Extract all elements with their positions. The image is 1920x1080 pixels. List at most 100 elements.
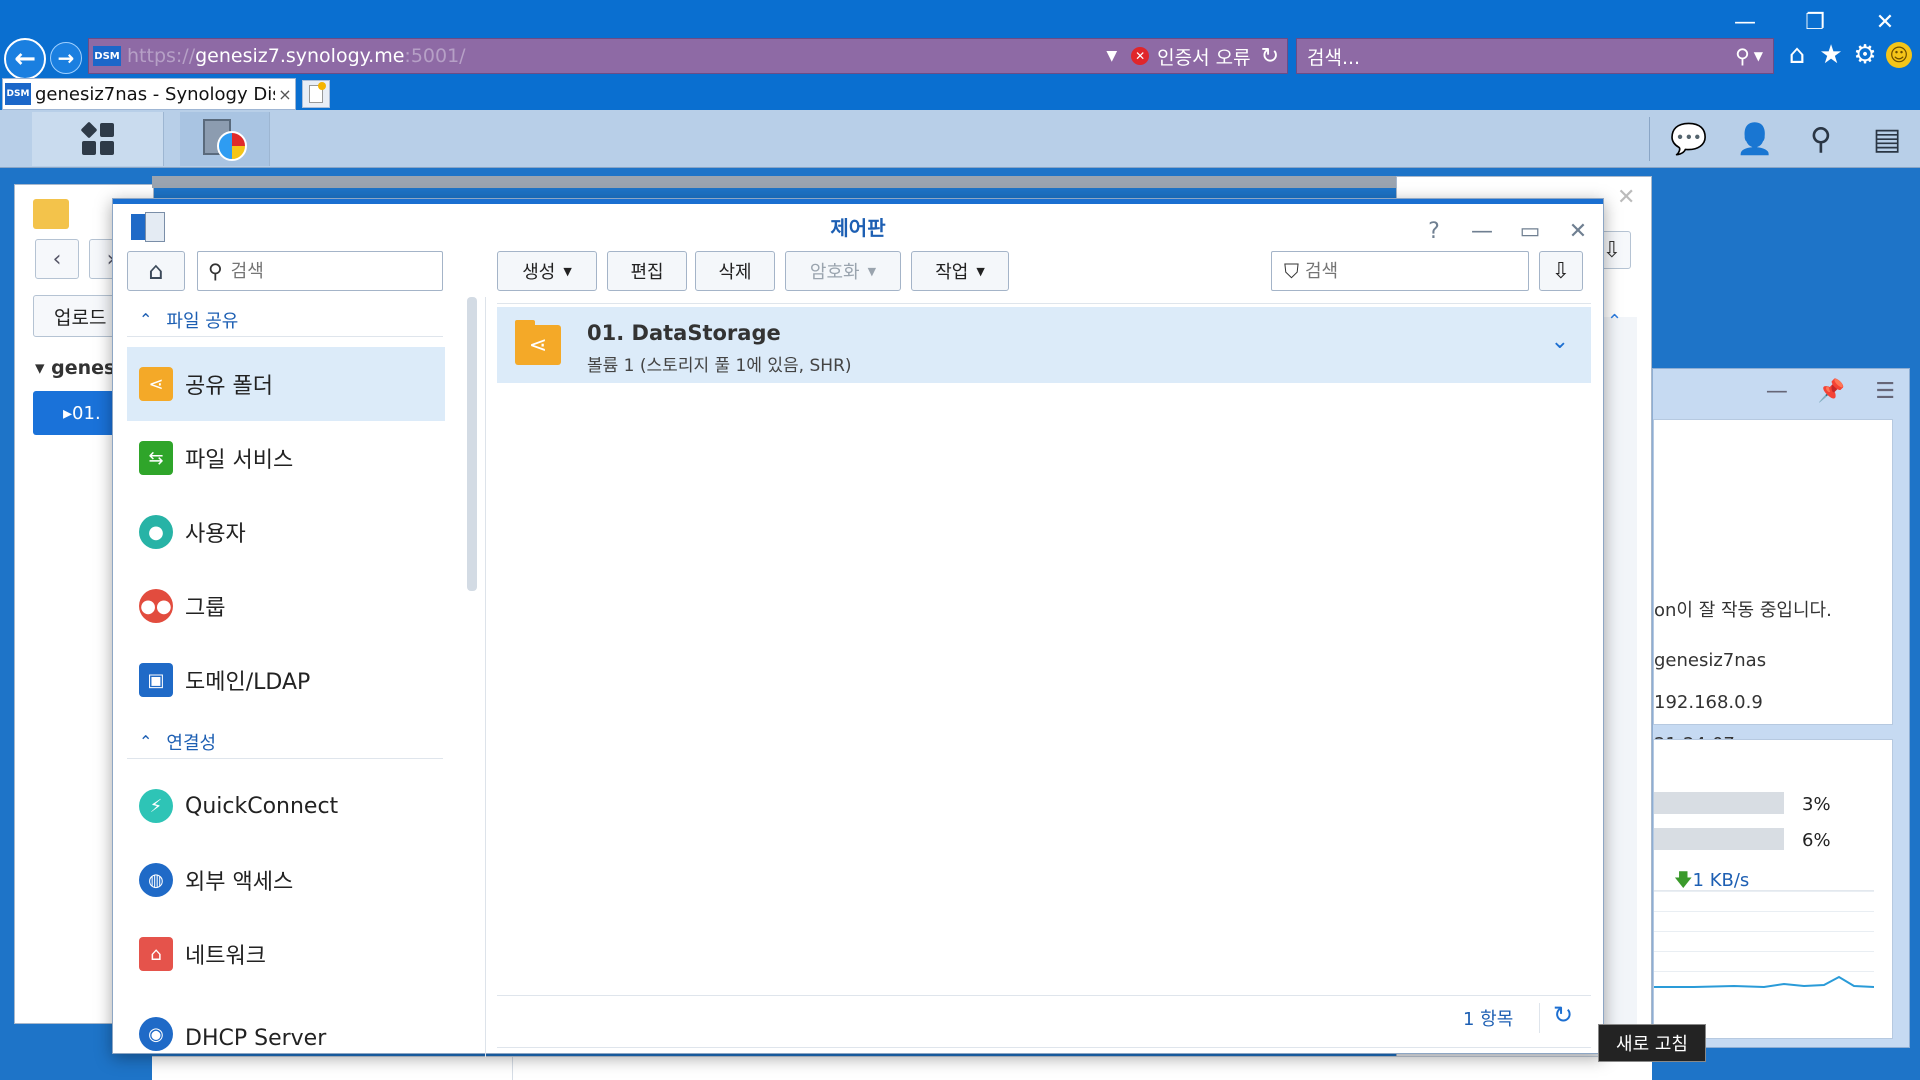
- action-button[interactable]: 작업 ▼: [911, 251, 1009, 291]
- maximize-icon[interactable]: ▭: [1519, 219, 1541, 244]
- chevron-up-icon[interactable]: ⌃: [1607, 311, 1622, 332]
- search-icon: ⚲: [208, 259, 223, 283]
- globe-icon: ◍: [139, 863, 173, 897]
- background-window-edge: [152, 176, 1396, 188]
- back-nav-button[interactable]: ‹: [35, 239, 79, 279]
- control-panel-titlebar[interactable]: 제어판 ? — ▭ ✕: [113, 204, 1603, 248]
- shared-folder-icon: ⋖: [515, 320, 561, 365]
- search-dropdown-icon[interactable]: ▼: [1754, 49, 1763, 63]
- tree-selected-label: 01.: [72, 402, 101, 424]
- section-title: 연결성: [166, 732, 217, 754]
- browser-tab[interactable]: DSM genesiz7nas - Synology Dis... ×: [2, 78, 296, 110]
- sidebar-item-label: 그룹: [185, 596, 226, 621]
- sidebar-item-network[interactable]: ⌂ 네트워크: [127, 917, 445, 991]
- favorites-star-icon[interactable]: ★: [1818, 40, 1844, 70]
- group-icon: ●●: [139, 589, 173, 623]
- arrow-left-icon: ←: [14, 44, 36, 74]
- download-arrow-icon: 🡇: [1674, 870, 1693, 891]
- address-bar[interactable]: DSM https:// genesiz7.synology.me :5001/…: [88, 38, 1288, 74]
- domain-ldap-icon: ▣: [139, 663, 173, 697]
- refresh-icon[interactable]: ↻: [1553, 1001, 1573, 1029]
- caret-down-icon: ▼: [976, 264, 985, 278]
- ram-usage-bar: [1654, 828, 1784, 850]
- chevron-down-icon[interactable]: ⌄: [1551, 329, 1569, 354]
- cert-error-icon[interactable]: ✕: [1131, 47, 1150, 65]
- sidebar-item-quickconnect[interactable]: ⚡ QuickConnect: [127, 769, 445, 843]
- sort-icon: ⇩: [1551, 258, 1571, 284]
- reload-icon[interactable]: ↻: [1261, 44, 1279, 69]
- dsm-favicon-icon: DSM: [5, 83, 31, 105]
- sidebar-item-label: 사용자: [185, 522, 246, 547]
- browser-titlebar: — ❐ ✕ ← → DSM https:// genesiz7.synology…: [0, 0, 1920, 110]
- browser-search-bar[interactable]: 검색... ⚲ ▼: [1296, 38, 1774, 74]
- section-connectivity[interactable]: ⌃ 연결성: [127, 725, 443, 759]
- sidebar-search[interactable]: ⚲: [197, 251, 443, 291]
- window-title: 제어판: [830, 215, 886, 240]
- new-tab-icon: [309, 82, 326, 103]
- forward-button[interactable]: →: [50, 42, 82, 74]
- home-button[interactable]: ⌂: [127, 251, 185, 291]
- sidebar-item-label: DHCP Server: [185, 1026, 327, 1051]
- shared-folder-row[interactable]: ⋖ 01. DataStorage 볼륨 1 (스토리지 풀 1에 있음, SH…: [497, 307, 1591, 383]
- home-icon[interactable]: ⌂: [1784, 40, 1810, 70]
- cert-error-label[interactable]: 인증서 오류: [1157, 43, 1250, 70]
- sidebar-item-dhcp-server[interactable]: ◉ DHCP Server: [127, 991, 445, 1051]
- cpu-usage-percent: 3%: [1802, 794, 1831, 815]
- system-health-widget: — 📌 ☰ on이 잘 작동 중입니다. genesiz7nas 192.168…: [1652, 368, 1910, 1048]
- widgets-panel-icon[interactable]: ▤: [1854, 110, 1920, 168]
- user-account-icon[interactable]: 👤: [1722, 110, 1788, 168]
- sidebar-scrollbar[interactable]: [467, 297, 477, 591]
- server-name: genesiz7nas: [1654, 650, 1767, 671]
- edit-button[interactable]: 편집: [607, 251, 687, 291]
- minimize-icon[interactable]: —: [1471, 219, 1493, 244]
- sidebar-item-file-services[interactable]: ⇆ 파일 서비스: [127, 421, 445, 495]
- sidebar-item-label: QuickConnect: [185, 793, 339, 819]
- close-icon[interactable]: ✕: [1567, 219, 1589, 244]
- close-icon[interactable]: ✕: [1617, 185, 1635, 210]
- close-window-button[interactable]: ✕: [1850, 0, 1920, 44]
- chevron-up-icon: ⌃: [139, 310, 153, 329]
- sidebar-item-shared-folder[interactable]: ⋖ 공유 폴더: [127, 347, 445, 421]
- help-icon[interactable]: ?: [1423, 219, 1445, 244]
- sort-button[interactable]: ⇩: [1539, 251, 1583, 291]
- notifications-chat-icon[interactable]: 💬: [1656, 110, 1722, 168]
- filter-search[interactable]: ⛉: [1271, 251, 1529, 291]
- back-button[interactable]: ←: [4, 38, 46, 80]
- sidebar-search-input[interactable]: [230, 260, 431, 282]
- control-panel-app-icon: [131, 212, 167, 242]
- search-icon[interactable]: ⚲: [1735, 44, 1750, 68]
- widget-controls: — 📌 ☰: [1766, 379, 1895, 404]
- widget-menu-icon[interactable]: ☰: [1875, 379, 1895, 404]
- create-button[interactable]: 생성 ▼: [497, 251, 597, 291]
- settings-gear-icon[interactable]: ⚙: [1852, 40, 1878, 70]
- url-dropdown-icon[interactable]: ▼: [1106, 48, 1117, 64]
- widget-minimize-icon[interactable]: —: [1766, 379, 1788, 404]
- encrypt-label: 암호화: [809, 262, 860, 283]
- sidebar-item-group[interactable]: ●● 그룹: [127, 569, 445, 643]
- sidebar-item-user[interactable]: ● 사용자: [127, 495, 445, 569]
- action-label: 작업: [935, 262, 969, 283]
- sidebar-item-domain-ldap[interactable]: ▣ 도메인/LDAP: [127, 643, 445, 717]
- restore-window-button[interactable]: ❐: [1780, 0, 1850, 44]
- cpu-usage-bar: [1654, 792, 1784, 814]
- feedback-smiley-icon[interactable]: ☺: [1886, 42, 1912, 68]
- url-host: genesiz7.synology.me: [195, 45, 405, 67]
- new-tab-button[interactable]: [302, 80, 330, 108]
- tree-root[interactable]: ▾ genes: [35, 357, 115, 379]
- encrypt-button[interactable]: 암호화 ▼: [785, 251, 901, 291]
- section-file-sharing[interactable]: ⌃ 파일 공유: [127, 303, 443, 337]
- section-title: 파일 공유: [166, 310, 239, 332]
- sidebar-item-external-access[interactable]: ◍ 외부 액세스: [127, 843, 445, 917]
- delete-button[interactable]: 삭제: [695, 251, 775, 291]
- control-panel-window: 제어판 ? — ▭ ✕ ⌂ ⚲ ⌃ 파일 공유 ⋖ 공유 폴더 ⇆ 파일 서비스…: [112, 198, 1604, 1057]
- background-window-bottom: [152, 1056, 1652, 1080]
- widget-pin-icon[interactable]: 📌: [1818, 379, 1845, 404]
- file-services-icon: ⇆: [139, 441, 173, 475]
- window-controls: ? — ▭ ✕: [1423, 209, 1589, 253]
- tab-close-button[interactable]: ×: [275, 85, 295, 104]
- network-graph: [1654, 890, 1875, 990]
- taskbar-control-panel-button[interactable]: [180, 112, 270, 166]
- main-menu-button[interactable]: [32, 112, 164, 166]
- filter-search-input[interactable]: [1305, 260, 1505, 282]
- search-icon[interactable]: ⚲: [1788, 110, 1854, 168]
